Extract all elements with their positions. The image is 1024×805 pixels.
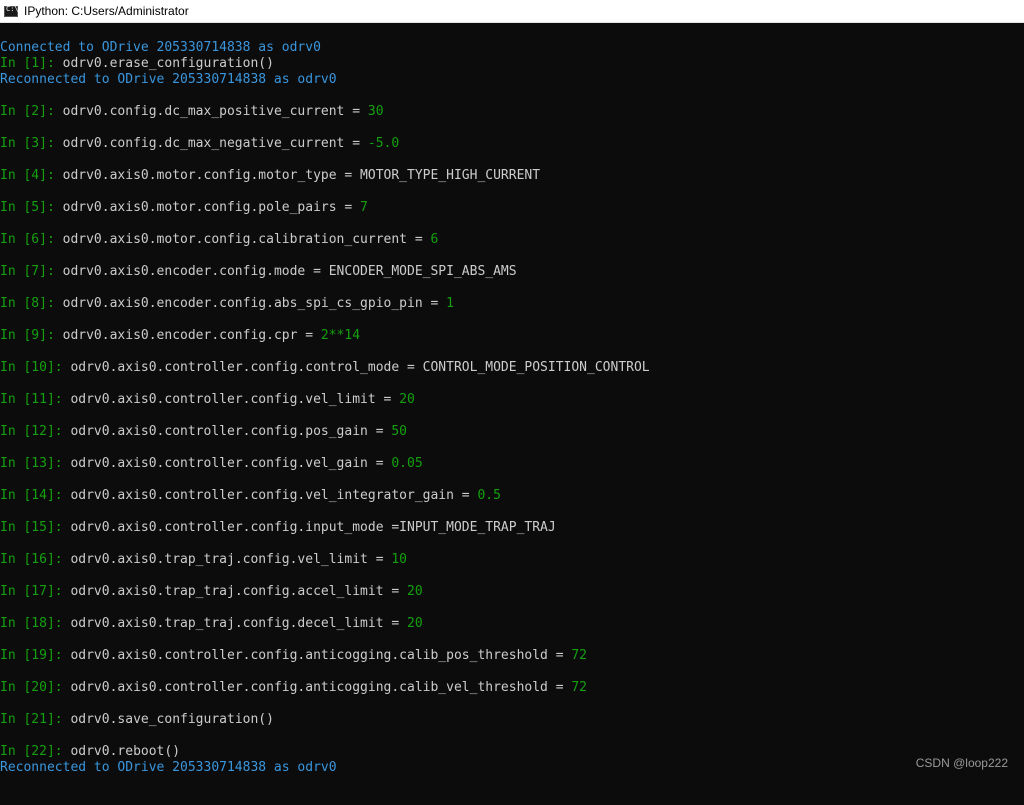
input-prompt: In [18]: bbox=[0, 616, 71, 631]
input-cell[interactable]: In [3]: odrv0.config.dc_max_negative_cur… bbox=[0, 136, 399, 152]
input-code: odrv0.axis0.trap_traj.config.decel_limit… bbox=[70, 616, 407, 631]
input-value: 20 bbox=[407, 584, 423, 599]
input-cell[interactable]: In [7]: odrv0.axis0.encoder.config.mode … bbox=[0, 264, 517, 280]
input-prompt: In [21]: bbox=[0, 712, 71, 727]
input-prompt: In [8]: bbox=[0, 296, 63, 311]
input-cell[interactable]: In [5]: odrv0.axis0.motor.config.pole_pa… bbox=[0, 200, 368, 216]
input-code: odrv0.save_configuration() bbox=[70, 712, 274, 727]
input-code: odrv0.axis0.motor.config.calibration_cur… bbox=[62, 232, 431, 247]
input-code: odrv0.axis0.controller.config.control_mo… bbox=[70, 360, 650, 375]
input-cell[interactable]: In [11]: odrv0.axis0.controller.config.v… bbox=[0, 392, 415, 408]
window-title: IPython: C:Users/Administrator bbox=[24, 4, 189, 18]
input-code: odrv0.axis0.encoder.config.mode = ENCODE… bbox=[62, 264, 517, 279]
input-value: 10 bbox=[391, 552, 408, 567]
ipython-console-window: C:\ IPython: C:Users/Administrator Conne… bbox=[0, 0, 1024, 781]
input-cell[interactable]: In [16]: odrv0.axis0.trap_traj.config.ve… bbox=[0, 552, 407, 568]
input-cell[interactable]: In [4]: odrv0.axis0.motor.config.motor_t… bbox=[0, 168, 540, 184]
input-prompt: In [7]: bbox=[0, 264, 63, 279]
reconnected-message: Reconnected to ODrive 205330714838 as od… bbox=[0, 760, 337, 775]
console-icon-glyph: C:\ bbox=[6, 4, 19, 13]
input-value: -5.0 bbox=[367, 136, 400, 151]
console-output[interactable]: Connected to ODrive 205330714838 as odrv… bbox=[0, 40, 1024, 805]
input-code: odrv0.axis0.controller.config.vel_limit … bbox=[70, 392, 400, 407]
input-code: odrv0.erase_configuration() bbox=[62, 56, 274, 71]
input-value: 0.5 bbox=[477, 488, 501, 503]
input-cell[interactable]: In [20]: odrv0.axis0.controller.config.a… bbox=[0, 680, 587, 696]
input-value: 72 bbox=[571, 680, 588, 695]
input-code: odrv0.axis0.controller.config.anticoggin… bbox=[70, 648, 572, 663]
input-cell[interactable]: In [15]: odrv0.axis0.controller.config.i… bbox=[0, 520, 556, 536]
input-code: odrv0.reboot() bbox=[70, 744, 181, 759]
input-code: odrv0.axis0.trap_traj.config.accel_limit… bbox=[70, 584, 407, 599]
input-prompt: In [17]: bbox=[0, 584, 71, 599]
input-value: 6 bbox=[430, 232, 439, 247]
input-cell[interactable]: In [13]: odrv0.axis0.controller.config.v… bbox=[0, 456, 423, 472]
input-code: odrv0.axis0.controller.config.anticoggin… bbox=[70, 680, 572, 695]
input-prompt: In [15]: bbox=[0, 520, 71, 535]
input-cell[interactable]: In [10]: odrv0.axis0.controller.config.c… bbox=[0, 360, 650, 376]
input-cell[interactable]: In [18]: odrv0.axis0.trap_traj.config.de… bbox=[0, 616, 423, 632]
input-value: 2**14 bbox=[320, 328, 361, 343]
input-code: odrv0.axis0.controller.config.input_mode… bbox=[70, 520, 556, 535]
input-value: 30 bbox=[367, 104, 384, 119]
input-prompt: In [6]: bbox=[0, 232, 63, 247]
reconnected-message: Reconnected to ODrive 205330714838 as od… bbox=[0, 72, 337, 87]
input-prompt: In [1]: bbox=[0, 56, 63, 71]
input-prompt: In [20]: bbox=[0, 680, 71, 695]
input-code: odrv0.axis0.controller.config.pos_gain = bbox=[70, 424, 392, 439]
input-cell[interactable]: In [2]: odrv0.config.dc_max_positive_cur… bbox=[0, 104, 384, 120]
input-prompt: In [4]: bbox=[0, 168, 63, 183]
input-prompt: In [12]: bbox=[0, 424, 71, 439]
input-value: 7 bbox=[360, 200, 368, 215]
input-prompt: In [9]: bbox=[0, 328, 63, 343]
input-prompt: In [2]: bbox=[0, 104, 63, 119]
input-prompt: In [13]: bbox=[0, 456, 71, 471]
input-value: 0.05 bbox=[391, 456, 423, 471]
input-cell[interactable]: In [6]: odrv0.axis0.motor.config.calibra… bbox=[0, 232, 438, 248]
input-code: odrv0.axis0.controller.config.vel_gain = bbox=[70, 456, 392, 471]
input-code: odrv0.axis0.motor.config.pole_pairs = bbox=[62, 200, 361, 215]
console-icon: C:\ bbox=[4, 4, 19, 17]
input-cell[interactable]: In [1]: odrv0.erase_configuration() bbox=[0, 56, 274, 72]
input-prompt: In [10]: bbox=[0, 360, 71, 375]
watermark: CSDN @loop222 bbox=[915, 756, 1008, 770]
title-bar[interactable]: C:\ IPython: C:Users/Administrator bbox=[0, 0, 1024, 23]
input-code: odrv0.axis0.controller.config.vel_integr… bbox=[70, 488, 478, 503]
input-code: odrv0.config.dc_max_negative_current = bbox=[62, 136, 368, 151]
input-prompt: In [14]: bbox=[0, 488, 71, 503]
input-code: odrv0.axis0.trap_traj.config.vel_limit = bbox=[70, 552, 392, 567]
input-code: odrv0.axis0.encoder.config.cpr = bbox=[62, 328, 321, 343]
input-value: 50 bbox=[391, 424, 408, 439]
input-prompt: In [3]: bbox=[0, 136, 63, 151]
input-cell[interactable]: In [22]: odrv0.reboot() bbox=[0, 744, 180, 760]
input-cell[interactable]: In [21]: odrv0.save_configuration() bbox=[0, 712, 274, 728]
input-prompt: In [19]: bbox=[0, 648, 71, 663]
input-prompt: In [16]: bbox=[0, 552, 71, 567]
input-code: odrv0.config.dc_max_positive_current = bbox=[62, 104, 368, 119]
input-value: 1 bbox=[446, 296, 454, 311]
input-cell[interactable]: In [8]: odrv0.axis0.encoder.config.abs_s… bbox=[0, 296, 454, 312]
input-cell[interactable]: In [9]: odrv0.axis0.encoder.config.cpr =… bbox=[0, 328, 360, 344]
input-code: odrv0.axis0.motor.config.motor_type = MO… bbox=[62, 168, 541, 183]
input-code: odrv0.axis0.encoder.config.abs_spi_cs_gp… bbox=[62, 296, 447, 311]
connected-message: Connected to ODrive 205330714838 as odrv… bbox=[0, 40, 321, 55]
input-prompt: In [5]: bbox=[0, 200, 63, 215]
input-cell[interactable]: In [12]: odrv0.axis0.controller.config.p… bbox=[0, 424, 407, 440]
input-prompt: In [11]: bbox=[0, 392, 71, 407]
input-value: 72 bbox=[571, 648, 588, 663]
input-value: 20 bbox=[407, 616, 423, 631]
input-cell[interactable]: In [19]: odrv0.axis0.controller.config.a… bbox=[0, 648, 587, 664]
input-cell[interactable]: In [17]: odrv0.axis0.trap_traj.config.ac… bbox=[0, 584, 423, 600]
input-prompt: In [22]: bbox=[0, 744, 71, 759]
input-value: 20 bbox=[399, 392, 415, 407]
input-cell[interactable]: In [14]: odrv0.axis0.controller.config.v… bbox=[0, 488, 501, 504]
